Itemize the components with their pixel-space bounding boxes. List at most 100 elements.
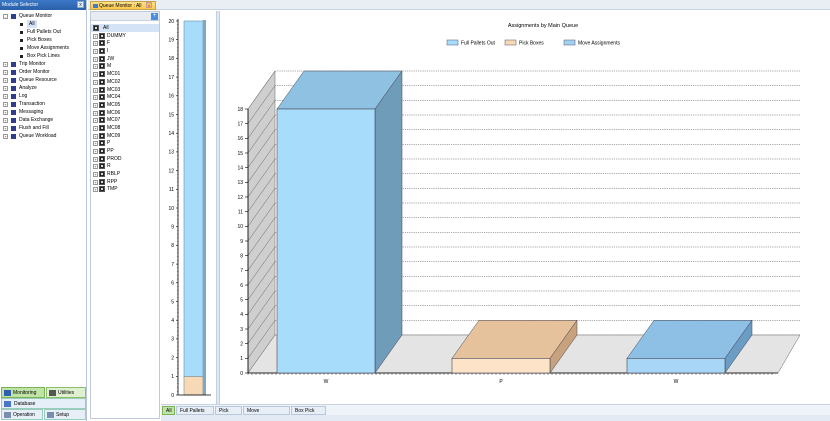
- tree-item-order-monitor[interactable]: + Order Monitor: [0, 68, 85, 76]
- tree-item-all[interactable]: All: [0, 20, 85, 28]
- queue-item-mc04[interactable]: + MC04: [91, 93, 159, 101]
- splitter-handle[interactable]: [216, 11, 220, 419]
- y-tick-label: 8: [171, 243, 174, 249]
- expand-icon[interactable]: +: [93, 33, 98, 39]
- tab-pick-boxes[interactable]: Pick Boxes: [215, 406, 242, 421]
- expand-icon[interactable]: +: [3, 110, 8, 115]
- expand-icon[interactable]: +: [93, 79, 98, 85]
- tree-item-pick-boxes[interactable]: Pick Boxes: [0, 36, 85, 44]
- expand-icon[interactable]: +: [3, 126, 8, 131]
- queue-item-mc08[interactable]: + MC08: [91, 124, 159, 132]
- operation-button[interactable]: Operation: [1, 409, 43, 420]
- queue-item-pp[interactable]: + PP: [91, 147, 159, 155]
- expand-icon[interactable]: +: [93, 87, 98, 93]
- queue-item-m[interactable]: + M: [91, 62, 159, 70]
- queue-item-mc01[interactable]: + MC01: [91, 70, 159, 78]
- y-tick-label: 14: [237, 165, 243, 171]
- y-tick-label: 18: [237, 107, 243, 113]
- bar-side-face: [374, 70, 403, 374]
- expand-icon[interactable]: +: [93, 164, 98, 170]
- expand-icon[interactable]: +: [93, 102, 98, 108]
- queue-item-dummy[interactable]: + DUMMY: [91, 32, 159, 40]
- module-icon: [11, 134, 16, 139]
- expand-icon[interactable]: +: [3, 86, 8, 91]
- tree-item-data-exchange[interactable]: + Data Exchange: [0, 116, 85, 124]
- queue-item-p[interactable]: + P: [91, 139, 159, 147]
- expand-icon[interactable]: +: [93, 172, 98, 178]
- queue-item-mc06[interactable]: + MC06: [91, 109, 159, 117]
- queue-item-mc07[interactable]: + MC07: [91, 116, 159, 124]
- queue-icon: [99, 132, 105, 139]
- add-icon[interactable]: +: [151, 13, 158, 20]
- queue-icon: [99, 94, 105, 101]
- module-icon: [11, 70, 16, 75]
- tree-item-move-assignments[interactable]: Move Assignments: [0, 44, 85, 52]
- close-icon[interactable]: x: [145, 2, 152, 8]
- expand-icon[interactable]: +: [3, 70, 8, 75]
- expand-icon[interactable]: +: [93, 41, 98, 47]
- queue-item-prod[interactable]: + PROD: [91, 155, 159, 163]
- tree-item-transaction[interactable]: + Transaction: [0, 100, 85, 108]
- tree-item-analyze[interactable]: + Analyze: [0, 84, 85, 92]
- queue-item-mc02[interactable]: + MC02: [91, 78, 159, 86]
- expand-icon[interactable]: +: [3, 78, 8, 83]
- expand-icon[interactable]: +: [93, 49, 98, 55]
- monitor-icon: [93, 4, 98, 8]
- expand-icon[interactable]: +: [93, 125, 98, 131]
- queue-item-mc05[interactable]: + MC05: [91, 101, 159, 109]
- expand-icon[interactable]: +: [93, 187, 98, 193]
- tab-queue-monitor-all[interactable]: Queue Monitor : All x: [90, 1, 156, 10]
- queue-icon: [99, 71, 105, 78]
- expand-icon[interactable]: +: [93, 110, 98, 116]
- tree-item-queue-monitor[interactable]: - Queue Monitor: [0, 12, 85, 20]
- expand-icon[interactable]: +: [93, 64, 98, 70]
- queue-item-mc09[interactable]: + MC09: [91, 132, 159, 140]
- tree-item-flush-and-fill[interactable]: + Flush and Fill: [0, 124, 85, 132]
- queue-item-rpp[interactable]: + RPP: [91, 178, 159, 186]
- expand-icon[interactable]: +: [93, 56, 98, 62]
- tree-item-messaging[interactable]: + Messaging: [0, 108, 85, 116]
- queue-icon: [99, 55, 105, 62]
- queue-icon: [99, 148, 105, 154]
- setup-button[interactable]: Setup: [44, 409, 86, 420]
- tree-item-trip-monitor[interactable]: + Trip Monitor: [0, 60, 85, 68]
- database-button[interactable]: Database: [1, 398, 86, 409]
- tab-all[interactable]: All: [162, 406, 175, 415]
- queue-item-all[interactable]: All: [91, 24, 159, 32]
- expand-icon[interactable]: +: [93, 118, 98, 124]
- expand-icon[interactable]: +: [93, 141, 98, 147]
- x-tick-label: P: [499, 379, 503, 385]
- expand-icon[interactable]: +: [93, 149, 98, 154]
- queue-item-mc03[interactable]: + MC03: [91, 86, 159, 94]
- monitoring-button[interactable]: Monitoring: [1, 387, 45, 398]
- tab-move-assignments[interactable]: Move Assignments: [243, 406, 290, 421]
- tree-item-log[interactable]: + Log: [0, 92, 85, 100]
- queue-item-r[interactable]: + R: [91, 162, 159, 170]
- expand-icon[interactable]: +: [93, 133, 98, 139]
- expand-icon[interactable]: +: [3, 62, 8, 67]
- queue-item-i[interactable]: + I: [91, 47, 159, 55]
- queue-item-tmp[interactable]: + TMP: [91, 185, 159, 193]
- tree-item-queue-resource[interactable]: + Queue Resource: [0, 76, 85, 84]
- utilities-button[interactable]: Utilities: [46, 387, 86, 398]
- expand-icon[interactable]: +: [3, 102, 8, 107]
- queue-item-f[interactable]: + F: [91, 39, 159, 47]
- tree-item-box-pick-lines[interactable]: Box Pick Lines: [0, 52, 85, 60]
- queue-icon: [99, 117, 105, 124]
- expand-icon[interactable]: +: [93, 179, 98, 185]
- tree-item-full-pallets-out[interactable]: Full Pallets Out: [0, 28, 85, 36]
- collapse-icon[interactable]: -: [3, 14, 8, 19]
- queue-item-rblp[interactable]: + RBLP: [91, 170, 159, 178]
- expand-icon[interactable]: +: [93, 95, 98, 101]
- expand-icon[interactable]: +: [3, 134, 8, 139]
- tab-full-pallets-out[interactable]: Full Pallets Out: [176, 406, 214, 421]
- expand-icon[interactable]: +: [93, 72, 98, 78]
- tab-box-pick-lines[interactable]: Box Pick Lines: [291, 406, 326, 421]
- queue-item-jw[interactable]: + JW: [91, 55, 159, 63]
- legend-label: Full Pallets Out: [461, 41, 496, 47]
- expand-icon[interactable]: +: [3, 118, 8, 123]
- pin-icon[interactable]: x: [77, 1, 84, 8]
- expand-icon[interactable]: +: [93, 156, 98, 162]
- expand-icon[interactable]: +: [3, 94, 8, 99]
- tree-item-queue-workload[interactable]: + Queue Workload: [0, 132, 85, 140]
